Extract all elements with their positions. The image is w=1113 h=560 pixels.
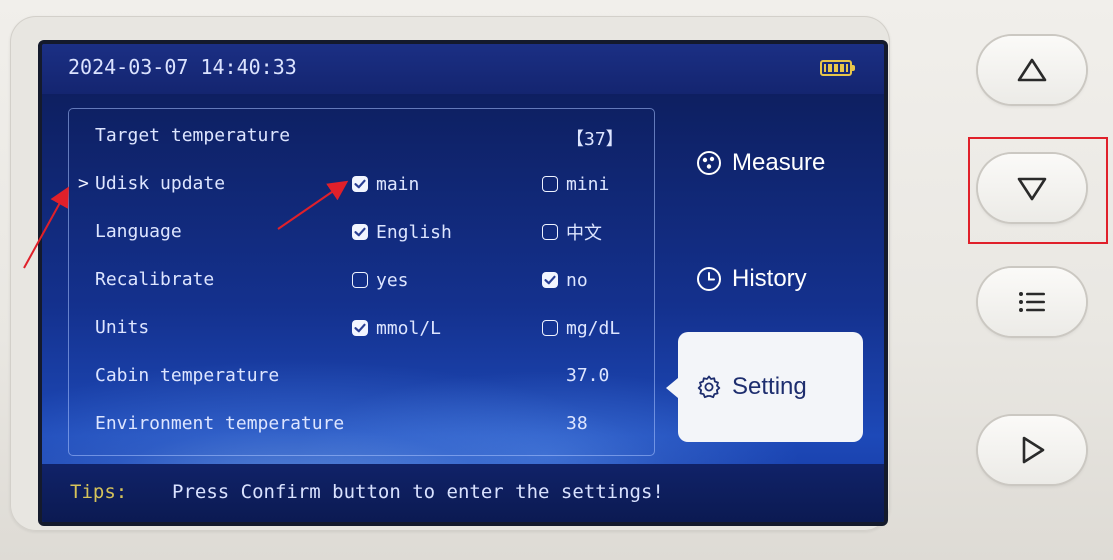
- setting-label: Udisk update: [95, 173, 226, 194]
- option-mmol[interactable]: mmol/L: [352, 315, 441, 341]
- setting-row-cabin-temperature: Cabin temperature 37.0: [69, 353, 654, 401]
- menu-item-label: History: [732, 265, 807, 292]
- option-label: 中文: [566, 223, 602, 244]
- checkbox-unchecked-icon: [352, 272, 368, 288]
- checkbox-checked-icon: [352, 176, 368, 192]
- checkbox-unchecked-icon: [542, 320, 558, 336]
- menu-item-setting[interactable]: Setting: [666, 332, 863, 442]
- up-button[interactable]: [978, 36, 1086, 104]
- option-mini[interactable]: mini: [542, 171, 609, 197]
- option-label: yes: [376, 269, 409, 291]
- setting-row-environment-temperature: Environment temperature 38: [69, 401, 654, 449]
- setting-row-udisk-update[interactable]: > Udisk update main mini: [69, 161, 654, 209]
- setting-label: Language: [95, 221, 182, 242]
- setting-row-recalibrate[interactable]: Recalibrate yes no: [69, 257, 654, 305]
- setting-label: Environment temperature: [95, 413, 345, 434]
- battery-full-icon: [820, 60, 855, 76]
- checkbox-checked-icon: [542, 272, 558, 288]
- cabin-temperature-value: 37.0: [566, 365, 610, 386]
- menu-item-label: Setting: [732, 373, 807, 400]
- tips-text: Press Confirm button to enter the settin…: [172, 481, 664, 503]
- triangle-up-icon: [1017, 58, 1047, 82]
- right-button[interactable]: [978, 416, 1086, 484]
- menu-button[interactable]: [978, 268, 1086, 336]
- menu-item-label: Measure: [732, 149, 826, 176]
- option-label: mmol/L: [376, 317, 442, 339]
- option-yes[interactable]: yes: [352, 267, 409, 293]
- option-main[interactable]: main: [352, 171, 419, 197]
- selection-pointer-icon: >: [78, 173, 89, 194]
- target-temperature-value: 【37】: [566, 129, 624, 150]
- setting-label: Target temperature: [95, 125, 291, 146]
- option-label: mg/dL: [566, 317, 621, 339]
- gear-icon: [697, 375, 721, 399]
- option-english[interactable]: English: [352, 219, 452, 245]
- setting-label: Cabin temperature: [95, 365, 280, 386]
- clock-icon: [697, 267, 721, 291]
- menu-list-icon: [1019, 292, 1045, 312]
- option-chinese[interactable]: 中文: [542, 219, 602, 245]
- setting-row-target-temperature[interactable]: Target temperature 【37】: [69, 113, 654, 161]
- tips-bar: Tips: Press Confirm button to enter the …: [42, 464, 884, 522]
- checkbox-checked-icon: [352, 320, 368, 336]
- measure-icon: [697, 151, 721, 175]
- option-mgdl[interactable]: mg/dL: [542, 315, 620, 341]
- option-label: no: [566, 269, 588, 291]
- setting-row-units[interactable]: Units mmol/L mg/dL: [69, 305, 654, 353]
- environment-temperature-value: 38: [566, 413, 588, 434]
- tips-label: Tips:: [70, 481, 128, 503]
- triangle-right-icon: [1022, 436, 1045, 464]
- option-label: main: [376, 173, 420, 195]
- device-screen: 2024-03-07 14:40:33 Target temperature 【…: [38, 40, 888, 526]
- checkbox-checked-icon: [352, 224, 368, 240]
- checkbox-unchecked-icon: [542, 176, 558, 192]
- menu-item-measure[interactable]: Measure: [678, 108, 863, 218]
- status-bar: 2024-03-07 14:40:33: [42, 44, 884, 94]
- option-label: English: [376, 221, 452, 243]
- option-label: mini: [566, 173, 610, 195]
- checkbox-unchecked-icon: [542, 224, 558, 240]
- setting-label: Recalibrate: [95, 269, 215, 290]
- settings-panel: Target temperature 【37】 > Udisk update m…: [68, 108, 655, 456]
- setting-row-language[interactable]: Language English 中文: [69, 209, 654, 257]
- option-no[interactable]: no: [542, 267, 588, 293]
- datetime-display: 2024-03-07 14:40:33: [68, 55, 297, 79]
- menu-item-history[interactable]: History: [678, 224, 863, 334]
- down-button-highlight: [968, 137, 1108, 244]
- setting-label: Units: [95, 317, 150, 338]
